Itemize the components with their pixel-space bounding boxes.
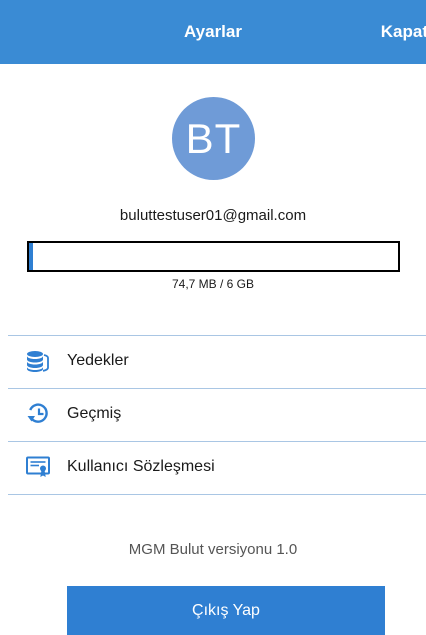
avatar: BT [172, 97, 255, 180]
storage-usage-text: 74,7 MB / 6 GB [171, 277, 255, 291]
menu-item-user-agreement[interactable]: Kullanıcı Sözleşmesi [8, 442, 426, 495]
navigation-bar: Ayarlar Kapat [0, 0, 426, 64]
logout-button[interactable]: Çıkış Yap [67, 586, 385, 635]
database-icon [27, 351, 49, 372]
menu-item-backups[interactable]: Yedekler [8, 336, 426, 389]
avatar-initials: BT [185, 114, 242, 162]
user-email: buluttestuser01@gmail.com [119, 207, 307, 224]
app-version-text: MGM Bulut versiyonu 1.0 [128, 541, 298, 558]
menu-item-history[interactable]: Geçmiş [8, 389, 426, 442]
history-icon [27, 403, 48, 423]
menu-item-label: Geçmiş [67, 405, 122, 422]
menu-item-label: Yedekler [67, 352, 129, 369]
menu-item-label: Kullanıcı Sözleşmesi [67, 458, 215, 475]
storage-progress-fill [29, 243, 34, 270]
page-title: Ayarlar [184, 22, 242, 41]
close-button[interactable]: Kapat [381, 22, 426, 42]
certificate-icon [26, 456, 50, 477]
storage-progress-bar [27, 241, 400, 272]
settings-menu: Yedekler Geçmiş Kullanıcı Sözleşmesi [8, 335, 426, 495]
